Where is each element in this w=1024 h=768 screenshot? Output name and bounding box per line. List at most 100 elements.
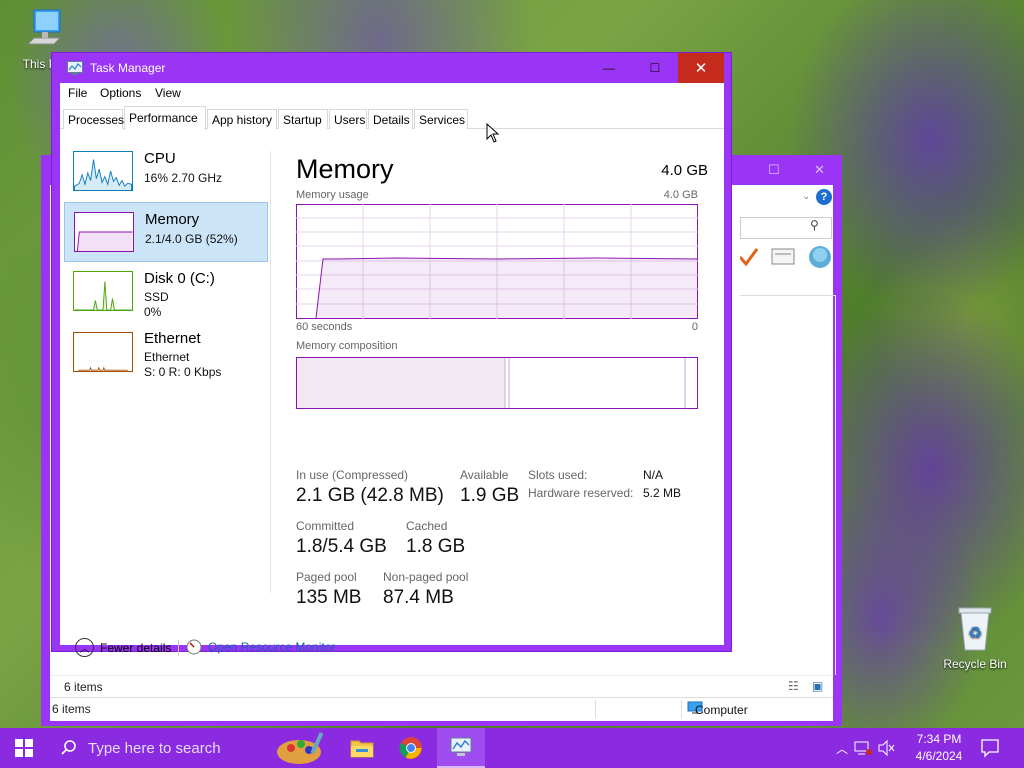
notifications-icon[interactable] [980, 738, 1000, 758]
desktop-icon-label: Recycle Bin [943, 657, 1007, 671]
close-button[interactable]: ✕ [678, 53, 724, 83]
tab-strip: Processes Performance App history Startu… [60, 105, 724, 130]
minimize-icon: — [603, 61, 615, 75]
menu-view[interactable]: View [155, 86, 181, 100]
pane-divider[interactable] [270, 151, 271, 593]
task-manager-window[interactable]: Task Manager — ☐ ✕ File Options View Pro… [51, 52, 732, 657]
taskbar-clock[interactable]: 7:34 PM 4/6/2024 [908, 731, 970, 765]
slots-used-value: N/A [643, 468, 664, 482]
taskbar-search-box[interactable]: Type here to search [48, 728, 258, 768]
resource-disk[interactable]: Disk 0 (C:) SSD 0% [64, 262, 268, 322]
usage-graph-max: 4.0 GB [663, 189, 698, 201]
chrome-icon [399, 737, 422, 759]
tab-app-history[interactable]: App history [207, 109, 277, 129]
computer-icon [26, 9, 62, 45]
non-paged-pool-value: 87.4 MB [383, 587, 454, 608]
taskbar-app-paint[interactable] [266, 728, 336, 768]
item-count: 6 items [52, 702, 91, 716]
slots-used-label: Slots used: [528, 468, 588, 482]
chevron-down-icon[interactable]: ⌄ [802, 191, 810, 202]
tab-details[interactable]: Details [368, 109, 413, 129]
maximize-icon: ☐ [649, 61, 661, 75]
resource-list: CPU 16% 2.70 GHz Memory 2.1/4.0 GB (52%)… [60, 130, 274, 570]
location-label: Computer [695, 703, 748, 717]
task-manager-titlebar[interactable]: Task Manager — ☐ ✕ [52, 53, 731, 83]
memory-detail-pane: Memory 4.0 GB Memory usage 4.0 GB 60 sec… [296, 130, 708, 608]
resource-name: CPU [144, 150, 176, 167]
shell-icon[interactable] [809, 246, 831, 268]
help-icon[interactable]: ? [816, 189, 832, 205]
resource-name: Disk 0 (C:) [144, 270, 215, 287]
tab-performance[interactable]: Performance [124, 106, 206, 130]
minimize-button[interactable]: — [586, 53, 632, 83]
resource-detail: S: 0 R: 0 Kbps [144, 365, 222, 379]
committed-value: 1.8/5.4 GB [296, 536, 387, 557]
tab-services[interactable]: Services [414, 109, 468, 129]
details-view-icon[interactable]: ☷ [788, 679, 799, 693]
resource-detail: Ethernet [144, 350, 190, 364]
cpu-thumbnail-graph [73, 151, 133, 191]
committed-label: Committed [296, 519, 355, 533]
search-icon: ⚲ [810, 218, 819, 232]
close-icon[interactable]: ✕ [814, 162, 825, 178]
graph-time-end: 0 [691, 321, 698, 333]
explorer-status-bar-bottom: 6 items Computer [50, 697, 833, 721]
ethernet-thumbnail-graph [73, 332, 133, 372]
resource-name: Memory [145, 211, 200, 228]
memory-composition-graph [296, 357, 698, 409]
chevron-up-icon[interactable]: ︿ [836, 740, 848, 757]
task-manager-body: File Options View Processes Performance … [60, 83, 724, 657]
hardware-reserved-value: 5.2 MB [643, 486, 682, 500]
paged-pool-label: Paged pool [296, 570, 357, 584]
hardware-reserved-label: Hardware reserved: [528, 486, 634, 500]
menu-bar: File Options View [60, 83, 724, 105]
composition-graph-label: Memory composition [296, 340, 398, 352]
available-label: Available [460, 468, 509, 482]
resource-memory[interactable]: Memory 2.1/4.0 GB (52%) [64, 202, 268, 262]
usage-graph-label: Memory usage [296, 189, 369, 201]
detail-title: Memory [296, 154, 394, 184]
volume-muted-icon[interactable] [878, 740, 896, 756]
resource-detail: SSD [144, 290, 169, 304]
taskbar-app-chrome[interactable] [387, 728, 435, 768]
resource-ethernet[interactable]: Ethernet Ethernet S: 0 R: 0 Kbps [64, 328, 268, 388]
close-icon: ✕ [694, 60, 708, 77]
tab-users[interactable]: Users [329, 109, 367, 129]
tab-startup[interactable]: Startup [278, 109, 328, 129]
network-icon[interactable] [854, 740, 873, 756]
tab-processes[interactable]: Processes [63, 109, 124, 129]
start-button[interactable] [0, 728, 48, 768]
non-paged-pool-label: Non-paged pool [383, 570, 469, 584]
desktop-icon-recycle-bin[interactable]: ♻ Recycle Bin [937, 604, 1013, 671]
large-icons-view-icon[interactable]: ▣ [812, 679, 823, 693]
cached-value: 1.8 GB [406, 536, 466, 557]
maximize-icon[interactable]: ☐ [768, 162, 780, 178]
taskbar: Type here to search ︿ 7:34 PM 4/6/2024 [0, 728, 1024, 768]
window-title: Task Manager [90, 61, 166, 75]
clock-date: 4/6/2024 [915, 749, 963, 763]
taskbar-app-task-manager[interactable] [437, 728, 485, 768]
disk-thumbnail-graph [73, 271, 133, 311]
taskbar-app-file-explorer[interactable] [338, 728, 386, 768]
graph-time-span: 60 seconds [296, 321, 353, 333]
cached-label: Cached [406, 519, 448, 533]
checkmark-icon[interactable] [738, 248, 759, 267]
search-placeholder: Type here to search [88, 739, 221, 757]
menu-options[interactable]: Options [100, 86, 141, 100]
in-use-label: In use (Compressed) [296, 468, 409, 482]
open-resource-monitor-link[interactable]: Open Resource Monitor [186, 639, 335, 655]
resource-cpu[interactable]: CPU 16% 2.70 GHz [64, 142, 268, 202]
task-manager-icon [450, 737, 472, 756]
fewer-details-button[interactable]: ︿ Fewer details [75, 638, 171, 657]
envelope-icon[interactable] [771, 248, 795, 265]
detail-total: 4.0 GB [661, 162, 708, 179]
resource-detail: 16% 2.70 GHz [144, 171, 223, 185]
explorer-ribbon-icons [738, 243, 835, 277]
available-value: 1.9 GB [460, 485, 520, 506]
resource-detail: 2.1/4.0 GB (52%) [145, 232, 238, 246]
menu-file[interactable]: File [68, 86, 87, 100]
resource-monitor-icon [186, 639, 202, 655]
maximize-button[interactable]: ☐ [632, 53, 678, 83]
resource-detail: 0% [144, 305, 162, 319]
paint-app-icon [277, 732, 324, 764]
